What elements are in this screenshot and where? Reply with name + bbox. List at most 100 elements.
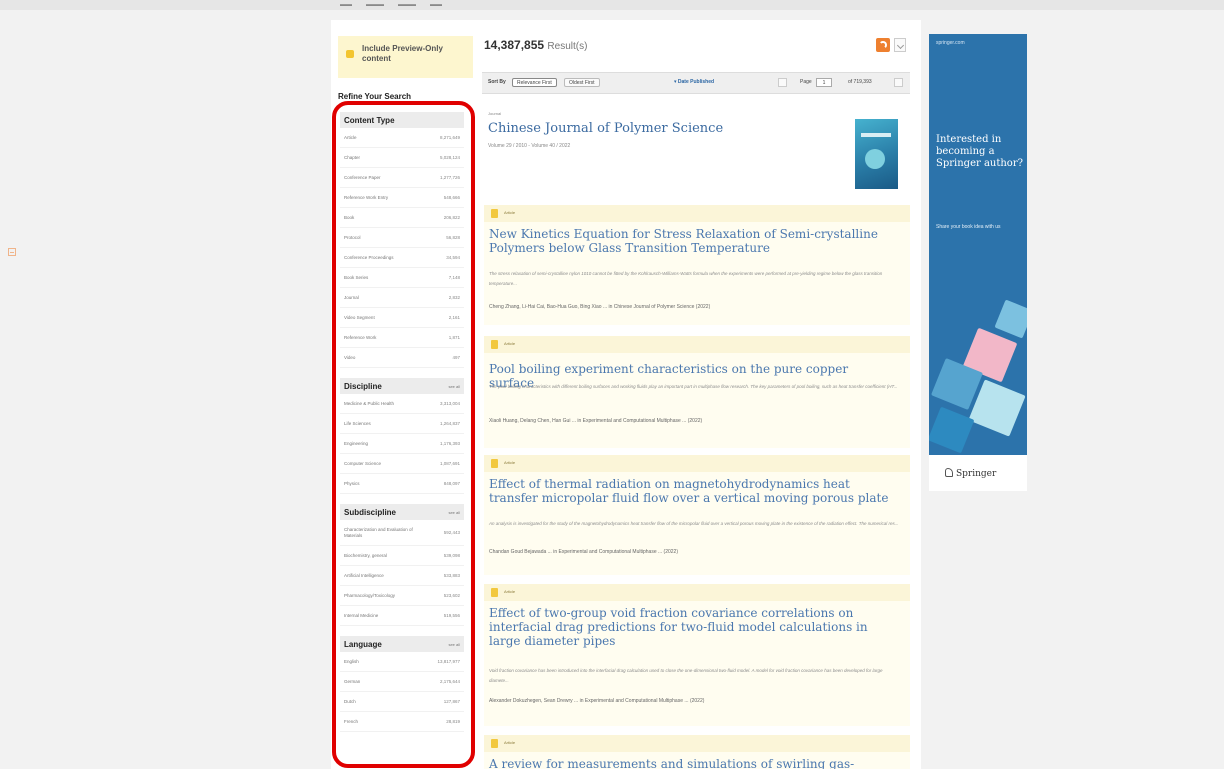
facet-option-count: 28,819 bbox=[446, 719, 460, 724]
result-authors[interactable]: Cheng Zhang, Li-Hai Cai, Bao-Hua Guo, Bi… bbox=[489, 304, 899, 310]
journal-volumes: Volume 29 / 2010 - Volume 40 / 2022 bbox=[488, 143, 571, 149]
facet-see-all-link[interactable]: see all bbox=[448, 384, 460, 389]
content-type-band: Article bbox=[484, 455, 910, 472]
facet-option[interactable]: English 13,817,977 bbox=[340, 652, 464, 672]
facet-option-label: French bbox=[344, 718, 359, 724]
prev-page-button[interactable] bbox=[778, 78, 787, 87]
article-icon bbox=[491, 340, 498, 349]
nav-item-blurred: ▬▬▬ bbox=[398, 2, 416, 8]
facet-option[interactable]: Physics 848,097 bbox=[340, 474, 464, 494]
include-preview-filter[interactable]: Include Preview-Only content bbox=[338, 36, 473, 78]
search-result-item: Article Effect of two-group void fractio… bbox=[484, 584, 910, 726]
download-icon[interactable] bbox=[894, 38, 906, 52]
facet-option-count: 34,594 bbox=[446, 255, 460, 260]
search-result-item: Article Effect of thermal radiation on m… bbox=[484, 455, 910, 575]
article-icon bbox=[491, 459, 498, 468]
facet-option[interactable]: Artificial Intelligence 533,883 bbox=[340, 566, 464, 586]
result-authors[interactable]: Alexander Dokuzhegen, Sean Drewry ... in… bbox=[489, 698, 899, 704]
result-title-link[interactable]: A review for measurements and simulation… bbox=[489, 757, 889, 769]
facet-panel: Content Type Article 8,271,649 Chapter 5,028… bbox=[340, 112, 464, 742]
ad-cube-graphic bbox=[929, 406, 975, 454]
include-preview-label: Include Preview-Only content bbox=[362, 44, 443, 63]
facet-option[interactable]: Computer Science 1,087,691 bbox=[340, 454, 464, 474]
facet-option-label: Protocol bbox=[344, 234, 361, 240]
content-type-band: Article bbox=[484, 584, 910, 601]
facet-option[interactable]: French 28,819 bbox=[340, 712, 464, 732]
sort-toolbar: Sort By Relevance First Oldest First ▾ D… bbox=[482, 72, 910, 94]
facet-option-label: Life Sciences bbox=[344, 420, 371, 426]
facet-option-count: 848,097 bbox=[443, 481, 460, 486]
content-type-label: Article bbox=[504, 460, 516, 465]
facet-option-label: Internal Medicine bbox=[344, 612, 379, 618]
facet-option-label: Engineering bbox=[344, 440, 369, 446]
nav-item-blurred: ▬▬ bbox=[340, 2, 352, 8]
facet-option[interactable]: Video Segment 2,161 bbox=[340, 308, 464, 328]
facet-option[interactable]: German 2,175,644 bbox=[340, 672, 464, 692]
content-type-label: Article bbox=[504, 210, 516, 215]
result-authors[interactable]: Xiaoli Huang, Delang Chen, Han Gui ... i… bbox=[489, 418, 899, 424]
oldest-first-button[interactable]: Oldest First bbox=[564, 78, 600, 87]
feedback-tab-icon[interactable] bbox=[8, 248, 16, 256]
facet-option[interactable]: Characterization and Evaluation of Mater… bbox=[340, 520, 464, 546]
article-icon bbox=[491, 209, 498, 218]
facet-option-label: Book bbox=[344, 214, 355, 220]
facet-option[interactable]: Protocol 56,828 bbox=[340, 228, 464, 248]
results-count-heading: 14,387,855 Result(s) bbox=[484, 38, 587, 52]
journal-title-link[interactable]: Chinese Journal of Polymer Science bbox=[488, 121, 723, 136]
facet-option[interactable]: Internal Medicine 519,556 bbox=[340, 606, 464, 626]
date-published-dropdown[interactable]: ▾ Date Published bbox=[674, 79, 714, 85]
rss-icon[interactable] bbox=[876, 38, 890, 52]
facet-option[interactable]: Conference Proceedings 34,594 bbox=[340, 248, 464, 268]
facet-option[interactable]: Conference Paper 1,277,726 bbox=[340, 168, 464, 188]
facet-option[interactable]: Book 206,822 bbox=[340, 208, 464, 228]
facet-option-label: Physics bbox=[344, 480, 360, 486]
facet-option-label: Conference Paper bbox=[344, 174, 381, 180]
facet-see-all-link[interactable]: see all bbox=[448, 642, 460, 647]
next-page-button[interactable] bbox=[894, 78, 903, 87]
facet-option-count: 548,666 bbox=[443, 195, 460, 200]
top-navigation: ▬▬ ▬▬▬ ▬▬▬ ▬▬ bbox=[340, 0, 442, 10]
springer-ad-banner[interactable]: springer.com Interested in becoming a Sp… bbox=[929, 34, 1027, 491]
search-result-item: Article A review for measurements and si… bbox=[484, 735, 910, 769]
springer-logo-text: Springer bbox=[956, 469, 997, 479]
facet-title: Discipline bbox=[344, 381, 382, 391]
result-authors[interactable]: Chandan Goud Bejawada ... in Experimenta… bbox=[489, 549, 899, 555]
facet-option[interactable]: Life Sciences 1,264,837 bbox=[340, 414, 464, 434]
facet-option-label: Book Series bbox=[344, 274, 369, 280]
facet-option-label: Characterization and Evaluation of Mater… bbox=[344, 526, 413, 538]
journal-type-label: Journal bbox=[488, 111, 502, 116]
facet-option-count: 3,313,004 bbox=[439, 401, 460, 406]
facet-option[interactable]: Journal 2,832 bbox=[340, 288, 464, 308]
facet-option[interactable]: Reference Work Entry 548,666 bbox=[340, 188, 464, 208]
facet-option[interactable]: Biochemistry, general 539,098 bbox=[340, 546, 464, 566]
ad-background: springer.com Interested in becoming a Sp… bbox=[929, 34, 1027, 455]
sort-label: Sort By bbox=[488, 79, 506, 85]
search-result-item: Article New Kinetics Equation for Stress… bbox=[484, 205, 910, 325]
facet-option-label: Artificial Intelligence bbox=[344, 572, 384, 578]
facet-option[interactable]: Chapter 5,028,124 bbox=[340, 148, 464, 168]
facet-option[interactable]: Pharmacology/Toxicology 523,602 bbox=[340, 586, 464, 606]
result-title-link[interactable]: Effect of thermal radiation on magnetohy… bbox=[489, 477, 889, 505]
facet-option-label: Reference Work Entry bbox=[344, 194, 389, 200]
facet-option[interactable]: Dutch 127,867 bbox=[340, 692, 464, 712]
springer-horse-icon bbox=[945, 468, 953, 477]
facet-option[interactable]: Book Series 7,148 bbox=[340, 268, 464, 288]
relevance-first-button[interactable]: Relevance First bbox=[512, 78, 557, 87]
content-type-band: Article bbox=[484, 205, 910, 222]
facet-option-label: Biochemistry, general bbox=[344, 552, 387, 558]
facet-option-count: 1,087,691 bbox=[439, 461, 460, 466]
refine-heading: Refine Your Search bbox=[338, 92, 412, 101]
facet-option[interactable]: Video 497 bbox=[340, 348, 464, 368]
facet-option[interactable]: Reference Work 1,871 bbox=[340, 328, 464, 348]
result-title-link[interactable]: Effect of two-group void fraction covari… bbox=[489, 606, 889, 648]
page-number-input[interactable]: 1 bbox=[816, 78, 832, 87]
facet-see-all-link[interactable]: see all bbox=[448, 510, 460, 515]
facet-option[interactable]: Engineering 1,176,393 bbox=[340, 434, 464, 454]
facet-title: Subdiscipline bbox=[344, 507, 397, 517]
checkbox-icon[interactable] bbox=[346, 50, 354, 58]
result-title-link[interactable]: New Kinetics Equation for Stress Relaxat… bbox=[489, 227, 889, 255]
facet-option-count: 1,176,393 bbox=[439, 441, 460, 446]
facet-option[interactable]: Medicine & Public Health 3,313,004 bbox=[340, 394, 464, 414]
facet-option[interactable]: Article 8,271,649 bbox=[340, 128, 464, 148]
journal-cover-image[interactable] bbox=[855, 119, 898, 189]
